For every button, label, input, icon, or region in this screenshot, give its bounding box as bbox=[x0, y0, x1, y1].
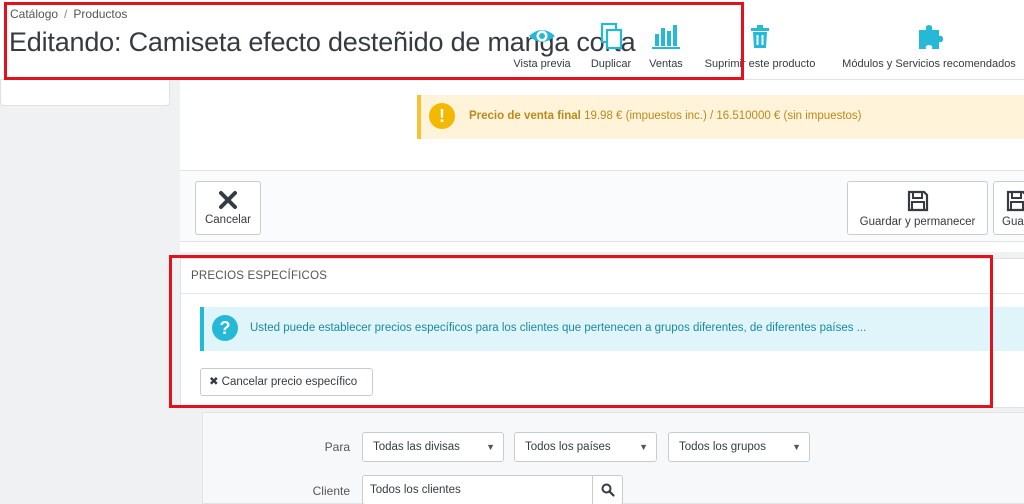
final-price-label: Precio de venta final bbox=[469, 110, 581, 122]
cancel-specific-price-label: Cancelar precio específico bbox=[221, 376, 358, 388]
cancel-label: Cancelar bbox=[204, 214, 252, 226]
customer-search-button[interactable] bbox=[593, 475, 623, 504]
search-icon bbox=[601, 483, 615, 497]
trash-icon bbox=[751, 25, 769, 48]
page-header: Catálogo / Productos Editando: Camiseta ef… bbox=[0, 0, 1024, 80]
save-and-stay-button[interactable]: Guardar y permanecer bbox=[847, 181, 988, 235]
preview-label: Vista previa bbox=[513, 58, 571, 70]
specific-prices-info-text: Usted puede establecer precios específic… bbox=[250, 322, 867, 334]
final-price-alert: ! Precio de venta final 19.98 € (impuest… bbox=[417, 95, 1024, 139]
close-icon bbox=[219, 191, 237, 209]
chevron-down-icon: ▼ bbox=[792, 442, 801, 452]
save-button[interactable]: Gua bbox=[993, 181, 1024, 235]
warning-icon: ! bbox=[429, 103, 455, 129]
currency-select-value: Todas las divisas bbox=[373, 441, 460, 453]
copy-icon bbox=[600, 22, 623, 50]
customer-input[interactable]: Todos los clientes bbox=[362, 475, 593, 504]
for-label: Para bbox=[324, 440, 350, 454]
country-select[interactable]: Todos los países ▼ bbox=[514, 432, 657, 462]
puzzle-icon bbox=[919, 25, 943, 49]
question-icon: ? bbox=[212, 315, 238, 341]
left-panel bbox=[0, 80, 170, 106]
delete-product-label: Suprimir este producto bbox=[704, 58, 816, 70]
chevron-down-icon: ▼ bbox=[486, 442, 495, 452]
save-and-stay-label: Guardar y permanecer bbox=[859, 216, 976, 228]
recommended-modules-button[interactable]: Módulos y Servicios recomendados bbox=[834, 22, 1024, 70]
recommended-modules-label: Módulos y Servicios recomendados bbox=[842, 58, 1016, 70]
group-select[interactable]: Todos los grupos ▼ bbox=[668, 432, 810, 462]
sales-button[interactable]: Ventas bbox=[646, 22, 686, 70]
specific-prices-info: ? Usted puede establecer precios específ… bbox=[200, 307, 1024, 351]
panel-divider bbox=[181, 293, 1024, 294]
bar-chart-icon bbox=[652, 25, 680, 49]
cancel-button[interactable]: Cancelar bbox=[195, 181, 261, 235]
group-select-value: Todos los grupos bbox=[679, 441, 766, 453]
currency-select[interactable]: Todas las divisas ▼ bbox=[362, 432, 504, 462]
close-icon: ✖ bbox=[209, 376, 219, 388]
breadcrumb: Catálogo / Productos bbox=[10, 7, 127, 21]
breadcrumb-separator: / bbox=[64, 7, 68, 21]
save-icon bbox=[907, 190, 928, 212]
final-price-text: Precio de venta final 19.98 € (impuestos… bbox=[469, 110, 862, 122]
specific-prices-heading: PRECIOS ESPECÍFICOS bbox=[191, 270, 328, 282]
breadcrumb-products[interactable]: Productos bbox=[73, 7, 127, 21]
chevron-down-icon: ▼ bbox=[639, 442, 648, 452]
customer-input-value: Todos los clientes bbox=[370, 484, 461, 496]
duplicate-button[interactable]: Duplicar bbox=[588, 22, 634, 70]
eye-icon bbox=[529, 30, 555, 42]
customer-label: Cliente bbox=[312, 484, 350, 498]
delete-product-button[interactable]: Suprimir este producto bbox=[698, 22, 822, 70]
breadcrumb-catalog[interactable]: Catálogo bbox=[10, 7, 58, 21]
save-label: Gua bbox=[1002, 216, 1024, 228]
duplicate-label: Duplicar bbox=[590, 58, 632, 70]
country-select-value: Todos los países bbox=[525, 441, 611, 453]
save-icon bbox=[1006, 190, 1024, 212]
cancel-specific-price-button[interactable]: ✖ Cancelar precio específico bbox=[200, 368, 373, 396]
final-price-value: 19.98 € (impuestos inc.) / 16.510000 € (… bbox=[584, 110, 862, 122]
preview-button[interactable]: Vista previa bbox=[510, 22, 574, 70]
sales-label: Ventas bbox=[649, 58, 683, 70]
